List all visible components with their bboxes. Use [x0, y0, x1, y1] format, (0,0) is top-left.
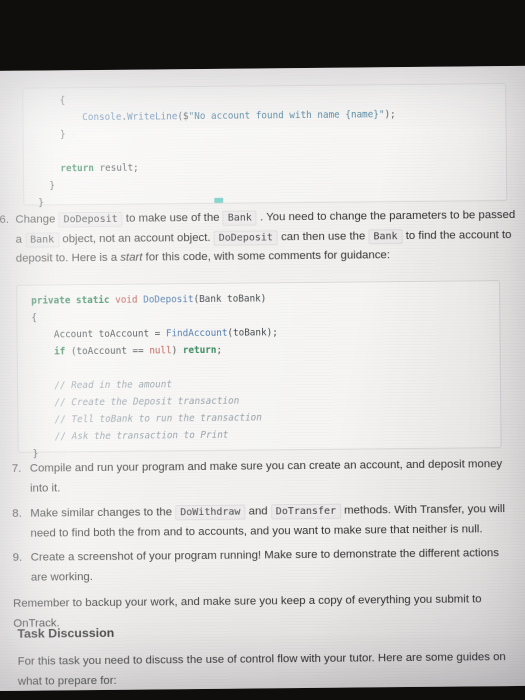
task-discussion-heading: Task Discussion	[17, 625, 115, 641]
inline-code-dodeposit: DoDeposit	[213, 229, 278, 246]
copy-code-marker[interactable]	[214, 197, 224, 203]
code-token: }	[59, 129, 66, 141]
code-token: if	[54, 346, 66, 358]
code-token: Console	[82, 111, 122, 124]
code-token: (toBank);	[227, 327, 278, 339]
code-block-do-deposit[interactable]: private static void DoDeposit(Bank toBan…	[16, 280, 502, 460]
code-token: {	[31, 312, 38, 324]
list-number-7: 7.	[11, 462, 22, 475]
photographed-screen: { Console.WriteLine($"No account found w…	[0, 0, 525, 700]
code-token: private static	[31, 294, 116, 307]
task-document: { Console.WriteLine($"No account found w…	[0, 66, 525, 691]
task-item-7: Compile and run your program and make su…	[29, 458, 503, 495]
emphasis-text: start	[120, 251, 143, 264]
code-token: ;	[216, 344, 223, 356]
inline-code-bank: Bank	[25, 231, 60, 248]
task-discussion-body: For this task you need to discuss the us…	[17, 651, 506, 688]
code-token: // Tell toBank to run the transaction	[54, 412, 262, 426]
code-token: );	[384, 109, 396, 121]
code-token: return	[182, 344, 217, 357]
code-token: FindAccount	[165, 327, 228, 340]
code-token: "No account found with name {name}"	[188, 109, 385, 123]
code-token: WriteLine	[126, 111, 178, 123]
list-number-6: 6.	[0, 213, 9, 226]
code-token: (toAccount ==	[65, 345, 150, 358]
code-token: // Create the Deposit transaction	[54, 395, 240, 409]
code-token: result;	[93, 162, 139, 175]
code-token: // Ask the transaction to Print	[54, 429, 229, 443]
code-token: (Bank toBank)	[193, 293, 267, 306]
inline-code-bank: Bank	[222, 210, 257, 226]
code-token: null	[149, 345, 172, 357]
code-token: }	[32, 448, 39, 460]
inline-code-dodeposit: DoDeposit	[58, 211, 123, 228]
code-token: {	[59, 95, 66, 107]
list-number-8: 8.	[12, 507, 22, 520]
code-token: }	[49, 180, 55, 192]
inline-code-bank: Bank	[368, 228, 403, 244]
code-token: Account toAccount =	[53, 328, 166, 341]
code-token: ($	[177, 111, 189, 123]
code-token: void	[115, 294, 138, 306]
task-item-6: Change DoDeposit to make use of the Bank…	[15, 208, 516, 265]
inline-code-dotransfer: DoTransfer	[270, 503, 342, 520]
task-item-9: Create a screenshot of your program runn…	[30, 547, 500, 584]
code-token: DoDeposit	[143, 294, 194, 306]
code-token: )	[171, 345, 183, 357]
inline-code-dowithdraw: DoWithdraw	[175, 504, 246, 521]
code-token: }	[38, 197, 44, 209]
code-block-find-account[interactable]: { Console.WriteLine($"No account found w…	[22, 83, 508, 209]
code-token: // Read in the amount	[54, 379, 173, 392]
task-item-8: Make similar changes to the DoWithdraw a…	[30, 503, 506, 540]
code-token: return	[60, 163, 94, 175]
screen-surface: { Console.WriteLine($"No account found w…	[0, 65, 525, 691]
list-number-9: 9.	[12, 551, 23, 564]
